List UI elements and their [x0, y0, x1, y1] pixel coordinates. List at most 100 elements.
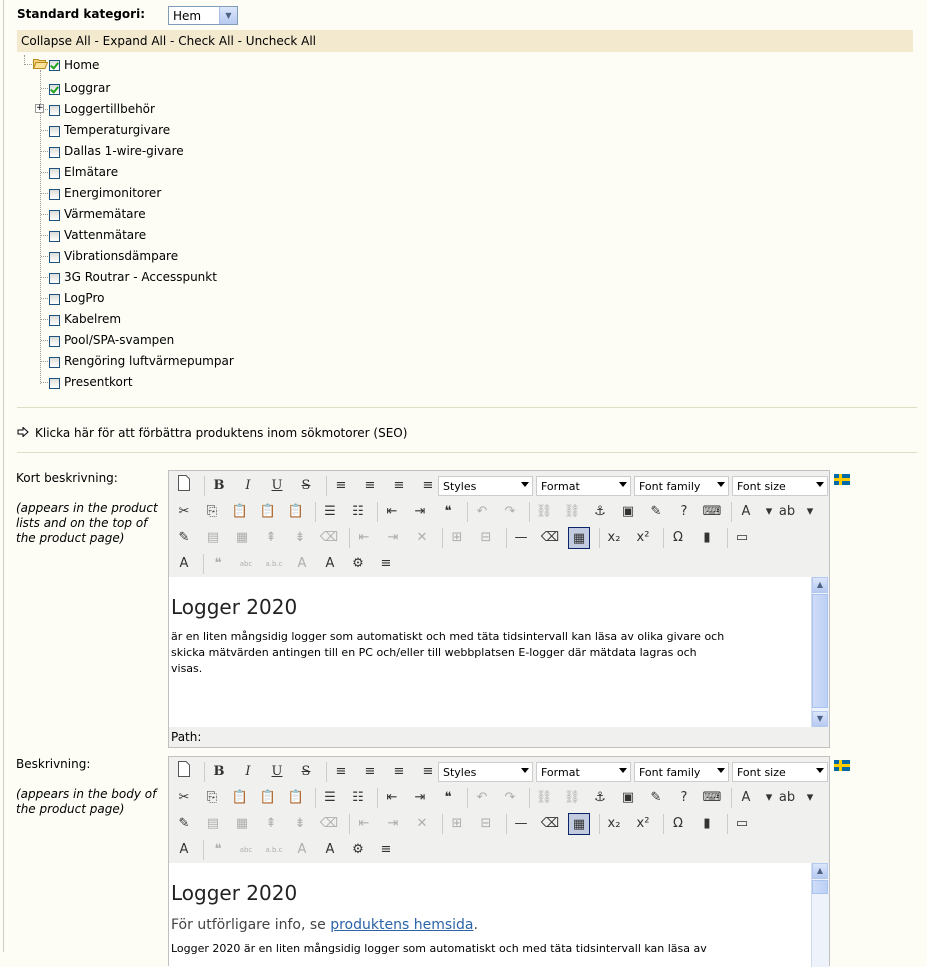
image-icon[interactable]: ▣ [617, 787, 639, 809]
table-cell-props-icon[interactable]: ▦ [231, 813, 253, 835]
horizontal-rule-icon[interactable]: — [510, 527, 532, 549]
underline-button[interactable]: U [266, 761, 288, 783]
html-icon[interactable]: ⌨ [701, 787, 723, 809]
cut-icon[interactable]: ✂ [173, 501, 195, 523]
media-icon[interactable]: ▮ [696, 813, 718, 835]
numbered-list-icon[interactable]: ☷ [347, 787, 369, 809]
merge-cells-icon[interactable]: ⊟ [475, 813, 497, 835]
anchor-icon[interactable]: ⚓ [589, 787, 611, 809]
expand-toggle-icon[interactable]: + [35, 104, 44, 113]
paste-icon[interactable]: 📋 [229, 501, 251, 523]
horizontal-rule-icon[interactable]: — [510, 813, 532, 835]
font-family-dropdown[interactable]: Font family [634, 476, 729, 496]
indent-icon[interactable]: ⇥ [409, 501, 431, 523]
paste-text-icon[interactable]: 📋 [257, 787, 279, 809]
delete-row-icon[interactable]: ⌫ [318, 813, 340, 835]
tree-label-home[interactable]: Home [64, 58, 99, 72]
scroll-thumb[interactable] [812, 880, 828, 894]
highlight-color-dropdown[interactable]: ▾ [804, 501, 816, 523]
seo-link[interactable]: Klicka här för att förbättra produktens … [17, 426, 407, 440]
align-left-icon[interactable]: ≡ [330, 475, 352, 497]
superscript-icon[interactable]: x² [632, 527, 654, 549]
tree-item-label[interactable]: LogPro [64, 291, 104, 305]
uncheck-all-link[interactable]: Uncheck All [246, 34, 316, 48]
tree-item-checkbox[interactable] [49, 210, 60, 221]
font-size-dropdown[interactable]: Font size [732, 762, 828, 782]
superscript-icon[interactable]: x² [632, 813, 654, 835]
align-left-icon[interactable]: ≡ [330, 761, 352, 783]
tree-item-label[interactable]: Presentkort [64, 375, 133, 389]
tree-item-checkbox[interactable] [49, 105, 60, 116]
underline-button[interactable]: U [266, 475, 288, 497]
insert-col-before-icon[interactable]: ⇤ [353, 813, 375, 835]
vertical-scrollbar[interactable]: ▲ ▼ [811, 577, 829, 727]
non-breaking-icon[interactable]: ≡ [375, 839, 397, 861]
collapse-all-link[interactable]: Collapse All [21, 34, 91, 48]
highlight-color-icon[interactable]: ab [776, 787, 798, 809]
standard-category-select[interactable]: Hem ▼ [168, 6, 238, 25]
short-description-content-area[interactable]: Logger 2020 är en liten mångsidig logger … [169, 577, 829, 727]
blockquote-icon[interactable]: ❝ [437, 787, 459, 809]
checkbox-home[interactable] [49, 60, 60, 71]
template-icon[interactable]: ▭ [731, 527, 753, 549]
styles-dropdown[interactable]: Styles [438, 476, 533, 496]
outdent-icon[interactable]: ⇤ [381, 501, 403, 523]
italic-button[interactable]: I [237, 761, 259, 783]
unlink-icon[interactable]: ⛓ [561, 501, 583, 523]
description-content-area[interactable]: Logger 2020 För utförligare info, se prod… [169, 863, 829, 967]
paste-text-icon[interactable]: 📋 [257, 501, 279, 523]
styles-props-icon[interactable]: A [173, 839, 195, 861]
insert-row-after-icon[interactable]: ⇟ [289, 527, 311, 549]
tree-item-checkbox[interactable] [49, 252, 60, 263]
italic-button[interactable]: I [237, 475, 259, 497]
cite-icon[interactable]: ❝ [207, 553, 229, 575]
undo-icon[interactable]: ↶ [471, 501, 493, 523]
cite-icon[interactable]: ❝ [207, 839, 229, 861]
non-breaking-icon[interactable]: ≡ [375, 553, 397, 575]
insert-col-before-icon[interactable]: ⇤ [353, 527, 375, 549]
insert-row-before-icon[interactable]: ⇞ [260, 813, 282, 835]
new-document-icon[interactable] [173, 475, 195, 497]
table-cell-props-icon[interactable]: ▦ [231, 527, 253, 549]
paste-word-icon[interactable]: 📋 [285, 501, 307, 523]
font-size-dropdown[interactable]: Font size [732, 476, 828, 496]
ins-icon[interactable]: A [319, 553, 341, 575]
undo-icon[interactable]: ↶ [471, 787, 493, 809]
template-icon[interactable]: ▭ [731, 813, 753, 835]
tree-item-label[interactable]: Pool/SPA-svampen [64, 333, 174, 347]
image-icon[interactable]: ▣ [617, 501, 639, 523]
subscript-icon[interactable]: x₂ [603, 527, 625, 549]
split-cells-icon[interactable]: ⊞ [446, 527, 468, 549]
tree-item-label[interactable]: Dallas 1-wire-givare [64, 144, 184, 158]
tree-item-label[interactable]: Vattenmätare [64, 228, 146, 242]
tree-item-label[interactable]: Loggertillbehör [64, 102, 155, 116]
check-all-link[interactable]: Check All [178, 34, 234, 48]
delete-col-icon[interactable]: ✕ [411, 527, 433, 549]
styles-dropdown[interactable]: Styles [438, 762, 533, 782]
align-justify-icon[interactable]: ≡ [417, 475, 439, 497]
remove-format-icon[interactable]: ⌫ [539, 813, 561, 835]
delete-row-icon[interactable]: ⌫ [318, 527, 340, 549]
scroll-up-icon[interactable]: ▲ [812, 577, 828, 593]
tree-item-label[interactable]: Vibrationsdämpare [64, 249, 178, 263]
text-color-icon[interactable]: A [735, 501, 757, 523]
numbered-list-icon[interactable]: ☷ [347, 501, 369, 523]
text-color-icon[interactable]: A [735, 787, 757, 809]
tree-item-checkbox[interactable] [49, 294, 60, 305]
tree-item-label[interactable]: Kabelrem [64, 312, 121, 326]
new-document-icon[interactable] [173, 761, 195, 783]
scroll-up-icon[interactable]: ▲ [812, 863, 828, 879]
tree-item-checkbox[interactable] [49, 147, 60, 158]
tree-item-checkbox[interactable] [49, 336, 60, 347]
tree-item-checkbox[interactable] [49, 378, 60, 389]
tree-item-label[interactable]: Energimonitorer [64, 186, 161, 200]
align-center-icon[interactable]: ≡ [359, 761, 381, 783]
remove-format-icon[interactable]: ⌫ [539, 527, 561, 549]
insert-col-after-icon[interactable]: ⇥ [382, 813, 404, 835]
outdent-icon[interactable]: ⇤ [381, 787, 403, 809]
tree-item-checkbox[interactable] [49, 84, 60, 95]
bullet-list-icon[interactable]: ☰ [319, 787, 341, 809]
subscript-icon[interactable]: x₂ [603, 813, 625, 835]
bullet-list-icon[interactable]: ☰ [319, 501, 341, 523]
anchor-icon[interactable]: ⚓ [589, 501, 611, 523]
